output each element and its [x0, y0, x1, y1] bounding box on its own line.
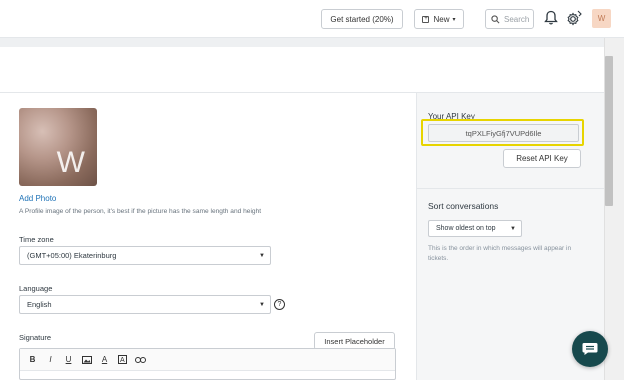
scrollbar-thumb[interactable]	[605, 56, 613, 206]
image-icon[interactable]	[80, 353, 93, 366]
profile-photo[interactable]: W	[19, 108, 97, 186]
profile-photo-initial: W	[56, 146, 85, 179]
chevron-down-icon: ▾	[452, 16, 456, 23]
photo-hint: A Profile image of the person, it's best…	[19, 208, 262, 215]
time-zone-label: Time zone	[19, 235, 54, 244]
underline-icon[interactable]: U	[62, 353, 75, 366]
user-avatar[interactable]: W	[592, 9, 611, 28]
sort-conversations-title: Sort conversations	[428, 201, 499, 211]
help-icon[interactable]: ?	[274, 299, 285, 310]
sort-order-value: Show oldest on top	[436, 225, 496, 232]
get-started-button[interactable]: Get started (20%)	[321, 9, 403, 29]
dropdown-arrow-icon: ▼	[259, 301, 265, 308]
search-input[interactable]: Search	[485, 9, 534, 29]
add-photo-link[interactable]: Add Photo	[19, 194, 56, 203]
text-color-icon[interactable]: A	[98, 353, 111, 366]
new-button[interactable]: + New ▾	[414, 9, 464, 29]
time-zone-select[interactable]: (GMT+05:00) Ekaterinburg ▼	[19, 246, 271, 265]
chat-widget-button[interactable]	[572, 331, 608, 367]
plus-square-icon: +	[422, 15, 430, 23]
dropdown-arrow-icon: ▼	[259, 252, 265, 259]
link-icon[interactable]	[134, 353, 147, 366]
signature-editor[interactable]: B I U A A	[19, 348, 396, 380]
search-placeholder: Search	[504, 14, 530, 24]
time-zone-value: (GMT+05:00) Ekaterinburg	[27, 251, 117, 260]
editor-toolbar: B I U A A	[20, 349, 395, 371]
top-bar: Get started (20%) + New ▾ Search W	[0, 0, 624, 38]
bold-icon[interactable]: B	[26, 353, 39, 366]
bell-icon[interactable]	[544, 10, 558, 28]
api-key-field[interactable]: tqPXLFiyGfj7VUPd6Ile	[428, 124, 579, 142]
language-label: Language	[19, 284, 53, 293]
search-icon	[491, 14, 500, 23]
highlight-icon[interactable]: A	[116, 353, 129, 366]
svg-text:A: A	[120, 357, 125, 364]
new-button-label: New	[433, 14, 450, 24]
header-band	[0, 38, 604, 47]
signature-label: Signature	[19, 333, 52, 342]
settings-icon[interactable]	[566, 10, 582, 28]
language-value: English	[27, 300, 52, 309]
dropdown-arrow-icon: ▼	[510, 225, 516, 232]
sort-order-note: This is the order in which messages will…	[428, 245, 572, 262]
chat-icon	[582, 343, 598, 355]
side-panel-divider	[417, 188, 604, 189]
sort-order-select[interactable]: Show oldest on top ▼	[428, 220, 522, 237]
italic-icon[interactable]: I	[44, 353, 57, 366]
language-select[interactable]: English ▼	[19, 295, 271, 314]
reset-api-key-button[interactable]: Reset API Key	[503, 149, 581, 168]
